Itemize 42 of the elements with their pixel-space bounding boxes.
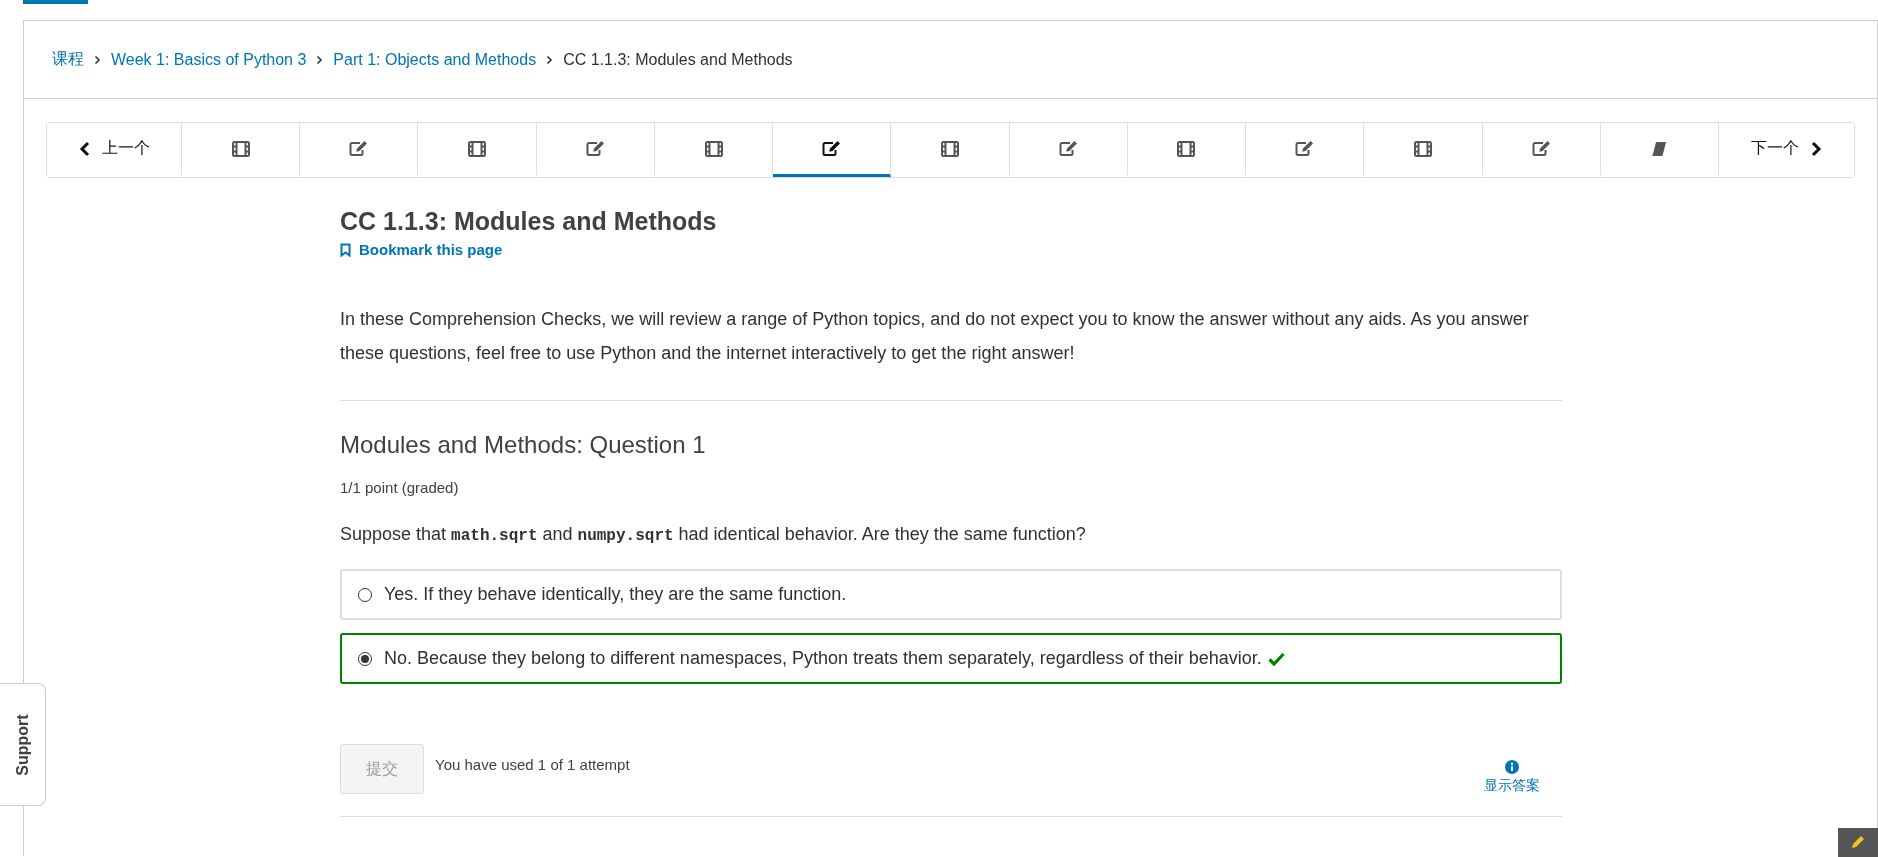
previous-button[interactable]: 上一个 xyxy=(47,123,182,177)
chevron-right-icon xyxy=(1811,140,1823,157)
film-icon xyxy=(941,140,959,157)
chevron-right-icon xyxy=(316,54,324,65)
support-tab[interactable]: Support xyxy=(0,683,46,806)
score-text: 1/1 point (graded) xyxy=(340,479,460,496)
intro-paragraph: In these Comprehension Checks, we will review a range of Python topics, and do not expect you to know the answer without any aids. As you answer these questions, feel free to use Python and the internet interactively to get the right answer! xyxy=(340,308,1530,365)
answer-option[interactable]: Yes. If they behave identically, they are the same function. xyxy=(340,569,1562,620)
breadcrumb-link[interactable]: Part 1: Objects and Methods xyxy=(333,50,537,69)
show-answer-button[interactable]: 显示答案 xyxy=(1484,760,1540,795)
problem-tab[interactable] xyxy=(773,123,892,177)
breadcrumb-link[interactable]: Week 1: Basics of Python 3 xyxy=(111,50,307,69)
option-label: Yes. If they behave identically, they are the same function. xyxy=(384,584,847,605)
bookmark-icon xyxy=(340,242,351,257)
info-icon xyxy=(1505,760,1519,774)
edit-icon xyxy=(1295,140,1315,157)
chevron-left-icon xyxy=(78,140,90,157)
breadcrumb-current: CC 1.1.3: Modules and Methods xyxy=(563,50,793,69)
option-label: No. Because they belong to different namespaces, Python treats them separately, regardless of their behavior. xyxy=(384,648,1262,669)
active-tab-indicator xyxy=(23,0,88,4)
problem-title: Modules and Methods: Question 1 xyxy=(340,430,707,460)
film-icon xyxy=(468,140,487,157)
film-icon xyxy=(704,140,723,157)
edit-icon xyxy=(585,140,605,157)
pencil-icon xyxy=(1850,834,1866,850)
edit-icon xyxy=(822,140,842,157)
bookmark-link[interactable]: Bookmark this page xyxy=(340,241,503,258)
film-icon xyxy=(1413,140,1432,157)
attempts-text: You have used 1 of 1 attempt xyxy=(435,756,630,773)
edit-button[interactable] xyxy=(1838,828,1878,857)
answer-option[interactable]: No. Because they belong to different namespaces, Python treats them separately, regardless of their behavior. xyxy=(340,633,1562,684)
question-text: Suppose that math.sqrt and numpy.sqrt had identical behavior. Are they the same function? xyxy=(340,524,1087,545)
check-icon xyxy=(1267,651,1285,666)
edit-icon xyxy=(349,140,369,157)
unit-title: CC 1.1.3: Modules and Methods xyxy=(340,206,718,237)
film-icon xyxy=(231,140,250,157)
film-icon xyxy=(1177,140,1196,157)
edit-icon xyxy=(1058,140,1078,157)
chevron-right-icon xyxy=(546,54,554,65)
chevron-right-icon xyxy=(94,54,101,65)
edit-icon xyxy=(1531,140,1551,157)
breadcrumb-link[interactable]: 课程 xyxy=(52,49,84,70)
